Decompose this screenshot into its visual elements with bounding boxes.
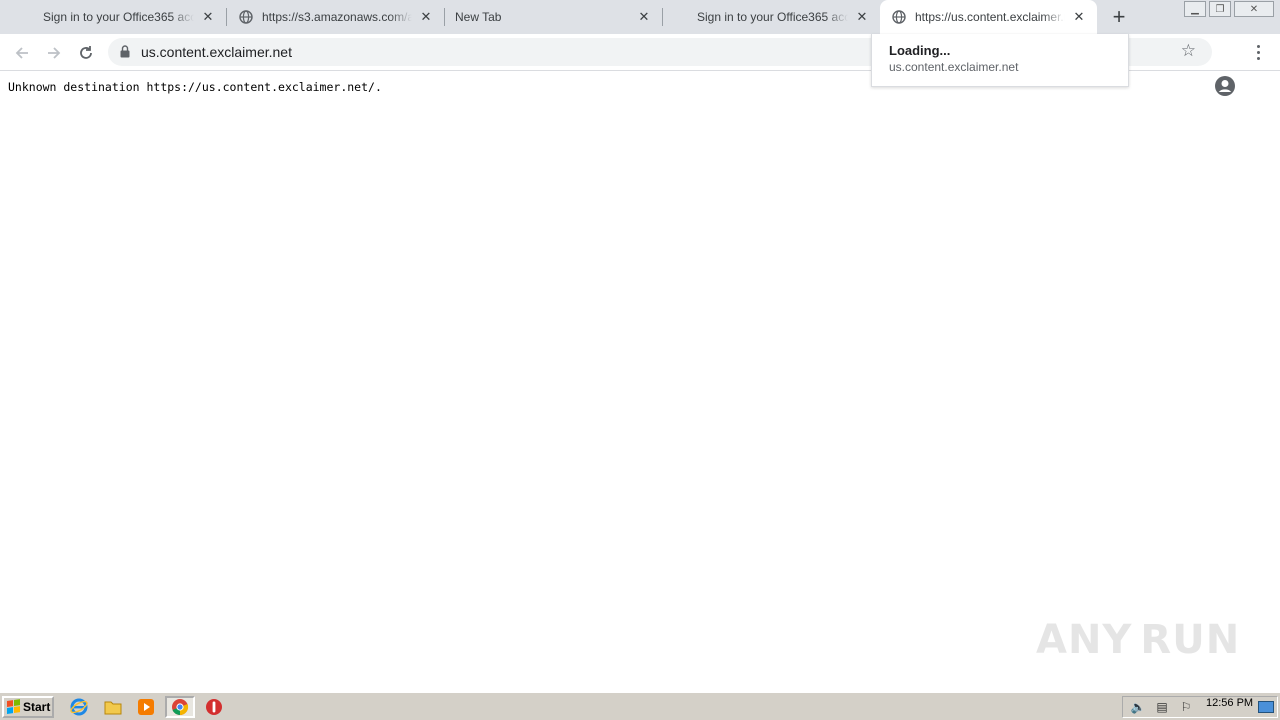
close-icon[interactable]: ✕ (1071, 9, 1087, 25)
reload-button[interactable] (73, 40, 99, 66)
minimize-button[interactable]: ▁ (1184, 1, 1206, 17)
watermark-left-text: ANY (1036, 617, 1133, 663)
globe-icon (238, 9, 254, 25)
hover-card-title: Loading... (889, 43, 951, 58)
hover-card-host: us.content.exclaimer.net (889, 60, 1019, 74)
arrow-right-icon (48, 47, 61, 59)
microsoft-logo-icon (673, 9, 689, 25)
antivirus-icon[interactable] (203, 697, 225, 717)
tab-hover-card: Loading... us.content.exclaimer.net (871, 34, 1129, 87)
windows-taskbar: Start 🔈 ▤ ⚐ 12:56 PM (0, 692, 1280, 720)
tab-office365-2[interactable]: Sign in to your Office365 account ✕ (663, 0, 880, 34)
arrow-left-icon (15, 47, 28, 59)
reload-icon (80, 46, 92, 59)
lock-icon (120, 45, 130, 63)
back-button[interactable] (9, 40, 35, 66)
kebab-menu-icon[interactable] (1252, 42, 1264, 62)
close-icon[interactable]: ✕ (636, 9, 652, 25)
taskbar-clock[interactable]: 12:56 PM (1206, 697, 1253, 709)
tab-exclaimer-active[interactable]: https://us.content.exclaimer.net ✕ (880, 0, 1097, 34)
start-label: Start (23, 700, 51, 714)
action-center-flag-icon[interactable]: ⚐ (1177, 699, 1195, 715)
network-icon[interactable]: ▤ (1153, 699, 1171, 715)
tab-title: Sign in to your Office365 account (43, 10, 194, 24)
tab-amazonaws[interactable]: https://s3.amazonaws.com/app ✕ (227, 0, 444, 34)
windows-flag-icon (7, 699, 21, 715)
profile-avatar-icon[interactable] (1214, 75, 1236, 102)
volume-icon[interactable]: 🔈 (1129, 699, 1147, 715)
watermark-right-text: RUN (1140, 617, 1241, 663)
globe-icon (891, 9, 907, 25)
close-icon[interactable]: ✕ (200, 9, 216, 25)
page-error-message: Unknown destination https://us.content.e… (8, 80, 382, 94)
internet-explorer-icon[interactable] (68, 697, 90, 717)
tab-title: Sign in to your Office365 account (697, 10, 848, 24)
tab-title: https://s3.amazonaws.com/app (262, 10, 412, 24)
bookmark-star-icon[interactable]: ☆ (1181, 41, 1196, 61)
new-tab-button[interactable]: + (1106, 4, 1132, 29)
chrome-icon[interactable] (165, 696, 195, 718)
system-tray: 🔈 ▤ ⚐ (1122, 696, 1278, 718)
tab-new-tab[interactable]: New Tab ✕ (445, 0, 662, 34)
close-icon[interactable]: ✕ (854, 9, 870, 25)
restore-button[interactable]: ❐ (1209, 1, 1231, 17)
file-explorer-icon[interactable] (102, 697, 124, 717)
tab-title: New Tab (455, 10, 502, 24)
url-text: us.content.exclaimer.net (141, 44, 292, 60)
tab-office365-1[interactable]: Sign in to your Office365 account ✕ (0, 0, 226, 34)
window-close-button[interactable]: ✕ (1234, 1, 1274, 17)
forward-button[interactable] (41, 40, 67, 66)
tab-strip: Sign in to your Office365 account ✕ http… (0, 0, 1280, 34)
tab-title: https://us.content.exclaimer.net (915, 10, 1065, 24)
start-button[interactable]: Start (2, 696, 54, 718)
close-icon[interactable]: ✕ (418, 9, 434, 25)
anyrun-watermark: ANY RUN (1036, 608, 1239, 672)
media-player-icon[interactable] (135, 697, 157, 717)
microsoft-logo-icon (19, 9, 35, 25)
show-desktop-icon[interactable] (1256, 697, 1276, 717)
